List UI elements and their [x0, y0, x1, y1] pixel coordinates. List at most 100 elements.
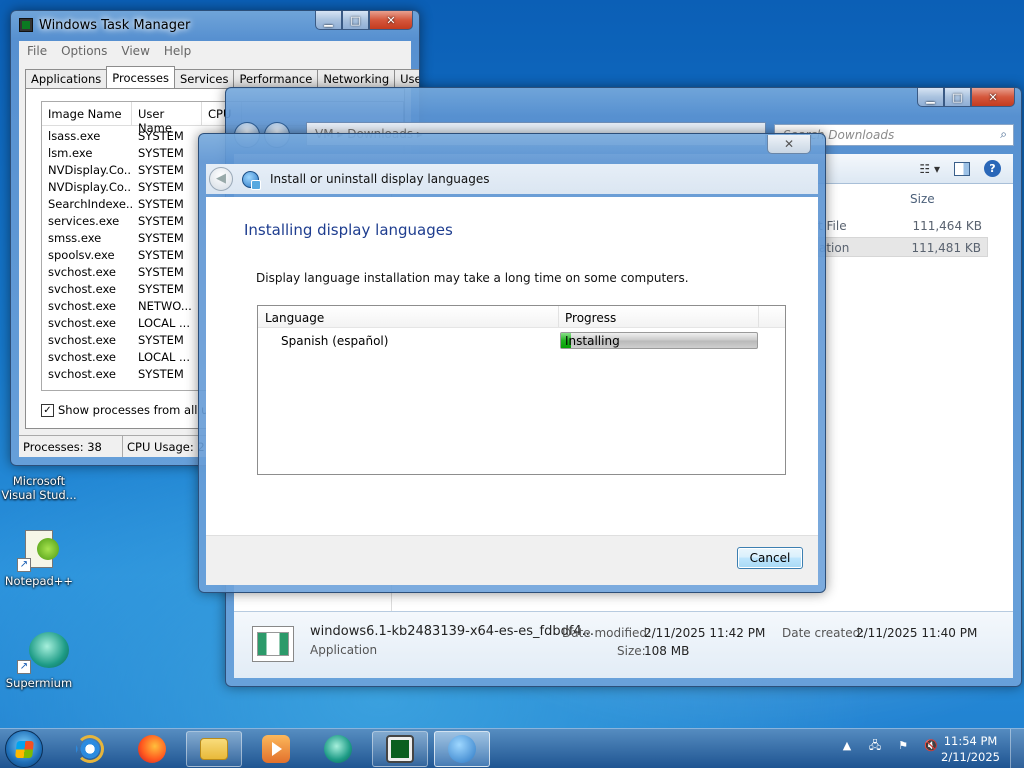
- date-modified-value: 2/11/2025 11:42 PM: [644, 626, 766, 640]
- volume-muted-icon[interactable]: 🔇: [924, 739, 938, 753]
- view-options-icon[interactable]: ☷ ▾: [919, 162, 940, 176]
- show-hidden-icons-chevron-icon[interactable]: ▲: [840, 739, 854, 753]
- minimize-button[interactable]: ▁: [315, 11, 342, 30]
- details-filename: windows6.1-kb2483139-x64-es-es_fdbdf4...: [310, 624, 595, 639]
- start-button[interactable]: [5, 730, 43, 768]
- action-center-flag-icon[interactable]: ⚑: [896, 739, 910, 753]
- file-row-selected[interactable]: ation 111,481 KB: [818, 237, 988, 257]
- process-image-name: spoolsv.exe: [48, 248, 115, 262]
- menu-file[interactable]: File: [27, 41, 47, 61]
- process-user-name: SYSTEM: [138, 265, 184, 279]
- file-row[interactable]: t File 111,464 KB: [818, 216, 988, 236]
- notification-area: ▲ 🖧 ⚑ 🔇: [840, 739, 938, 753]
- size-label: Size:: [617, 644, 646, 658]
- progress-status-text: Installing: [565, 334, 620, 348]
- file-size: 111,464 KB: [912, 219, 982, 233]
- desktop-icon-label: Notepad++: [4, 574, 74, 588]
- menu-view[interactable]: View: [121, 41, 149, 61]
- page-description: Display language installation may take a…: [256, 271, 689, 285]
- taskbar-task-manager[interactable]: [372, 731, 428, 767]
- page-title: Installing display languages: [244, 221, 453, 239]
- network-icon[interactable]: 🖧: [868, 739, 882, 753]
- process-image-name: svchost.exe: [48, 265, 117, 279]
- preview-pane-icon[interactable]: [954, 161, 970, 176]
- clock-date: 2/11/2025: [941, 750, 1000, 764]
- minimize-button[interactable]: ▁: [917, 88, 944, 107]
- tab-performance[interactable]: Performance: [233, 69, 319, 88]
- column-header-user-name[interactable]: User Name: [132, 102, 202, 135]
- tab-networking[interactable]: Networking: [317, 69, 396, 88]
- column-header-progress: Progress: [565, 311, 617, 325]
- clock-time: 11:54 PM: [943, 734, 998, 748]
- task-manager-app-icon: [19, 18, 33, 32]
- table-header: Language Progress: [258, 306, 785, 328]
- dialog-body: Installing display languages Display lan…: [206, 197, 818, 585]
- taskbar-internet-explorer[interactable]: [62, 731, 118, 767]
- system-clock[interactable]: 11:54 PM 2/11/2025: [941, 733, 1000, 765]
- process-user-name: SYSTEM: [138, 248, 184, 262]
- maximize-button[interactable]: □: [342, 11, 369, 30]
- internet-explorer-icon: [76, 735, 104, 763]
- taskbar-display-language-installer[interactable]: [434, 731, 490, 767]
- process-image-name: lsm.exe: [48, 146, 93, 160]
- install-languages-dialog: ✕ ◀ Install or uninstall display languag…: [198, 133, 826, 593]
- process-user-name: SYSTEM: [138, 197, 184, 211]
- install-progress-bar: Installing: [560, 332, 758, 349]
- dialog-header-text: Install or uninstall display languages: [270, 172, 490, 186]
- process-user-name: LOCAL ...: [138, 350, 190, 364]
- desktop-icon-label: Supermium: [5, 676, 73, 690]
- date-created-label: Date created:: [782, 626, 865, 640]
- process-user-name: SYSTEM: [138, 231, 184, 245]
- dialog-title-bar: ✕: [199, 134, 825, 164]
- task-manager-icon: [386, 735, 414, 763]
- help-icon[interactable]: ?: [984, 160, 1001, 177]
- window-title: Windows Task Manager: [39, 18, 191, 33]
- process-image-name: svchost.exe: [48, 367, 117, 381]
- checkbox-checked-icon: ✓: [41, 403, 54, 417]
- dialog-header: ◀ Install or uninstall display languages: [206, 164, 818, 194]
- tab-applications[interactable]: Applications: [25, 69, 108, 88]
- date-modified-label: Date modified:: [562, 626, 652, 640]
- status-processes: Processes: 38: [19, 436, 123, 457]
- column-header-language: Language: [265, 311, 325, 325]
- maximize-button[interactable]: □: [944, 88, 971, 107]
- process-user-name: SYSTEM: [138, 282, 184, 296]
- process-user-name: LOCAL ...: [138, 316, 190, 330]
- process-image-name: SearchIndexe...: [48, 197, 132, 211]
- column-header-size[interactable]: Size: [910, 192, 935, 206]
- process-user-name: SYSTEM: [138, 146, 184, 160]
- close-button[interactable]: ✕: [767, 135, 811, 154]
- process-image-name: svchost.exe: [48, 333, 117, 347]
- back-arrow-icon[interactable]: ◀: [209, 167, 233, 191]
- supermium-icon: ↗: [17, 630, 69, 674]
- column-header-image-name[interactable]: Image Name: [42, 102, 132, 125]
- language-name: Spanish (español): [281, 334, 389, 348]
- shortcut-arrow-icon: ↗: [17, 558, 31, 572]
- desktop-icon-notepad-plus-plus[interactable]: ↗ Notepad++: [0, 528, 78, 588]
- menu-options[interactable]: Options: [61, 41, 107, 61]
- process-image-name: smss.exe: [48, 231, 102, 245]
- taskbar-supermium[interactable]: [310, 731, 366, 767]
- process-image-name: svchost.exe: [48, 299, 117, 313]
- tab-services[interactable]: Services: [173, 69, 235, 88]
- desktop-icon-visual-studio[interactable]: Microsoft Visual Stud...: [0, 474, 78, 502]
- windows-logo-icon: [15, 741, 34, 758]
- close-button[interactable]: ✕: [971, 88, 1015, 107]
- menu-help[interactable]: Help: [164, 41, 191, 61]
- show-desktop-button[interactable]: [1010, 729, 1024, 768]
- close-button[interactable]: ✕: [369, 11, 413, 30]
- process-user-name: SYSTEM: [138, 214, 184, 228]
- process-user-name: SYSTEM: [138, 333, 184, 347]
- taskbar-windows-explorer[interactable]: [186, 731, 242, 767]
- taskbar-media-player[interactable]: [248, 731, 304, 767]
- tab-users[interactable]: Users: [394, 69, 419, 88]
- file-size: 111,481 KB: [911, 241, 981, 255]
- taskbar-firefox[interactable]: [124, 731, 180, 767]
- desktop-icon-supermium[interactable]: ↗ Supermium: [0, 630, 78, 690]
- folder-icon: [200, 738, 228, 760]
- firefox-icon: [138, 735, 166, 763]
- cancel-button[interactable]: Cancel: [737, 547, 803, 569]
- language-progress-table: Language Progress Spanish (español) Inst…: [257, 305, 786, 475]
- tab-processes[interactable]: Processes: [106, 66, 175, 88]
- process-user-name: SYSTEM: [138, 367, 184, 381]
